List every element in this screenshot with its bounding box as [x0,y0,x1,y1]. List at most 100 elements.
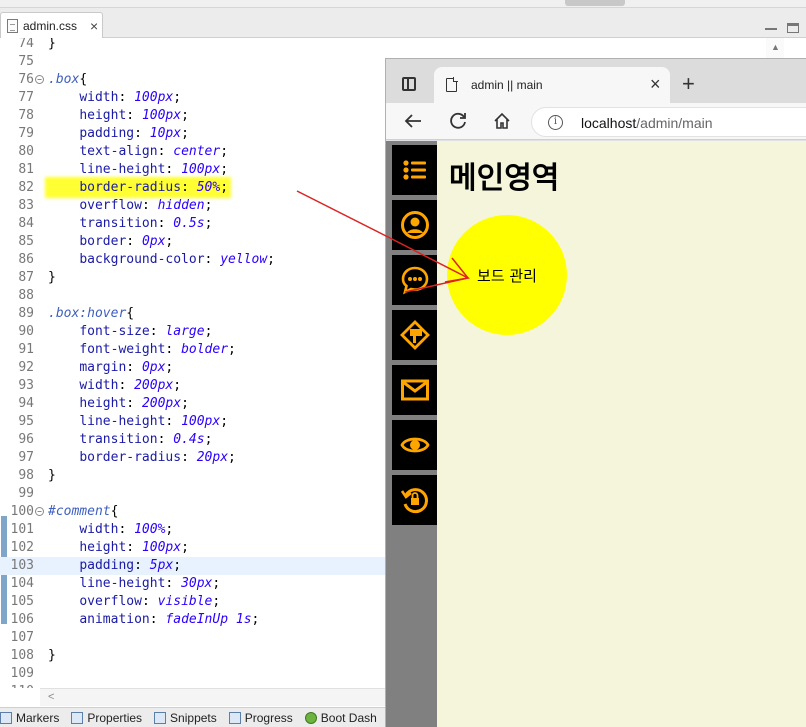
code-token: border-radius [79,450,182,465]
line-number: 89 [18,306,34,321]
code-token: : [141,198,158,213]
code-token: line-height [79,162,166,177]
restore-icon [400,488,428,514]
board-management-box[interactable]: 보드 관리 [447,215,567,335]
sidebar-item-mail[interactable] [392,365,437,415]
code-token: 10px [149,126,182,141]
line-number: 110 [8,683,34,688]
fold-toggle-icon[interactable]: − [35,75,44,84]
view-tab-snippets[interactable]: Snippets [154,711,217,725]
view-tab-boot-dash[interactable]: Boot Dash [304,710,377,725]
code-text: animation: fadeInUp 1s; [48,611,259,629]
line-number: 81 [18,162,34,177]
close-icon[interactable]: × [90,18,98,34]
close-tab-icon[interactable]: × [650,74,661,95]
code-text: line-height: 100px; [48,413,228,431]
code-token: 100px [181,162,221,177]
code-token: padding [79,126,135,141]
code-token: : [126,540,142,555]
editor-tab-admin-css[interactable]: admin.css × [0,12,103,39]
line-number: 96 [18,432,34,447]
minimize-icon[interactable] [765,28,777,30]
code-token: ; [204,198,213,213]
markers-icon [0,711,12,724]
code-token: 5px [149,558,174,573]
code-token: 200px [134,378,174,393]
line-number: 101 [10,522,34,537]
line-number: 92 [18,360,34,375]
view-tab-markers[interactable]: Markers [0,711,59,725]
code-token: width [79,90,119,105]
code-token: : [157,144,174,159]
code-text: line-height: 30px; [48,575,220,593]
sidebar-item-chat[interactable] [392,255,437,305]
code-token: ; [212,576,221,591]
browser-toolbar: i localhost/admin/main [386,103,806,140]
code-token: : [126,234,142,249]
browser-tab[interactable]: admin || main × [434,67,670,104]
code-token: : [134,126,150,141]
sidebar-item-signpost[interactable] [392,310,437,360]
new-tab-button[interactable]: + [682,71,695,97]
scroll-left-icon[interactable]: < [48,691,54,703]
code-token: ; [267,252,275,267]
view-tab-label: Boot Dash [320,710,377,725]
home-icon[interactable] [491,110,513,132]
code-token: center [173,144,221,159]
sidebar-item-restore[interactable] [392,475,437,525]
code-token: : [126,396,142,411]
code-token: : [165,162,182,177]
code-token: { [79,72,88,87]
sidebar-item-list[interactable] [392,145,437,195]
code-text: overflow: visible; [48,593,220,611]
code-token: height [79,108,127,123]
code-token: : [118,90,135,105]
code-token: #comment [48,504,111,519]
code-token: padding [79,558,135,573]
code-text: overflow: hidden; [48,197,212,215]
fold-toggle-icon[interactable]: − [35,507,44,516]
code-line[interactable]: 74} [0,38,780,53]
back-arrow-icon[interactable] [402,110,424,132]
scroll-up-icon[interactable]: ▲ [771,42,780,52]
code-token: 100px [141,108,182,123]
code-token: height [79,540,127,555]
view-tab-properties[interactable]: Properties [71,711,142,725]
code-text: .box{ [48,71,87,89]
line-number: 100 [10,504,34,519]
code-token: 0px [141,360,166,375]
refresh-icon[interactable] [447,110,469,132]
code-token: text-align [79,144,158,159]
code-text: padding: 10px; [48,125,189,143]
code-text: border-radius: 50%; [48,179,229,197]
code-text: border: 0px; [48,233,173,251]
sidebar-item-view[interactable] [392,420,437,470]
line-number: 86 [18,252,34,267]
code-token: overflow [79,198,142,213]
code-token: : [149,324,166,339]
code-token: 0.4s [173,432,205,447]
board-management-label: 보드 관리 [477,266,537,285]
code-text: line-height: 100px; [48,161,228,179]
url-text: localhost/admin/main [581,115,713,131]
list-icon [402,160,426,180]
top-scroll-thumb[interactable] [565,0,625,6]
view-tab-progress[interactable]: Progress [228,711,293,725]
chat-icon [401,266,428,295]
admin-sidebar [386,141,437,727]
maximize-icon[interactable] [787,23,799,33]
address-bar[interactable]: i localhost/admin/main [531,107,806,137]
tab-actions-icon[interactable] [402,77,416,91]
code-token: ; [165,234,174,249]
code-token: margin [79,360,127,375]
line-number: 87 [18,270,34,285]
site-info-icon[interactable]: i [548,115,563,130]
editor-horizontal-scrollbar[interactable]: < [40,688,385,706]
sidebar-item-user[interactable] [392,200,437,250]
